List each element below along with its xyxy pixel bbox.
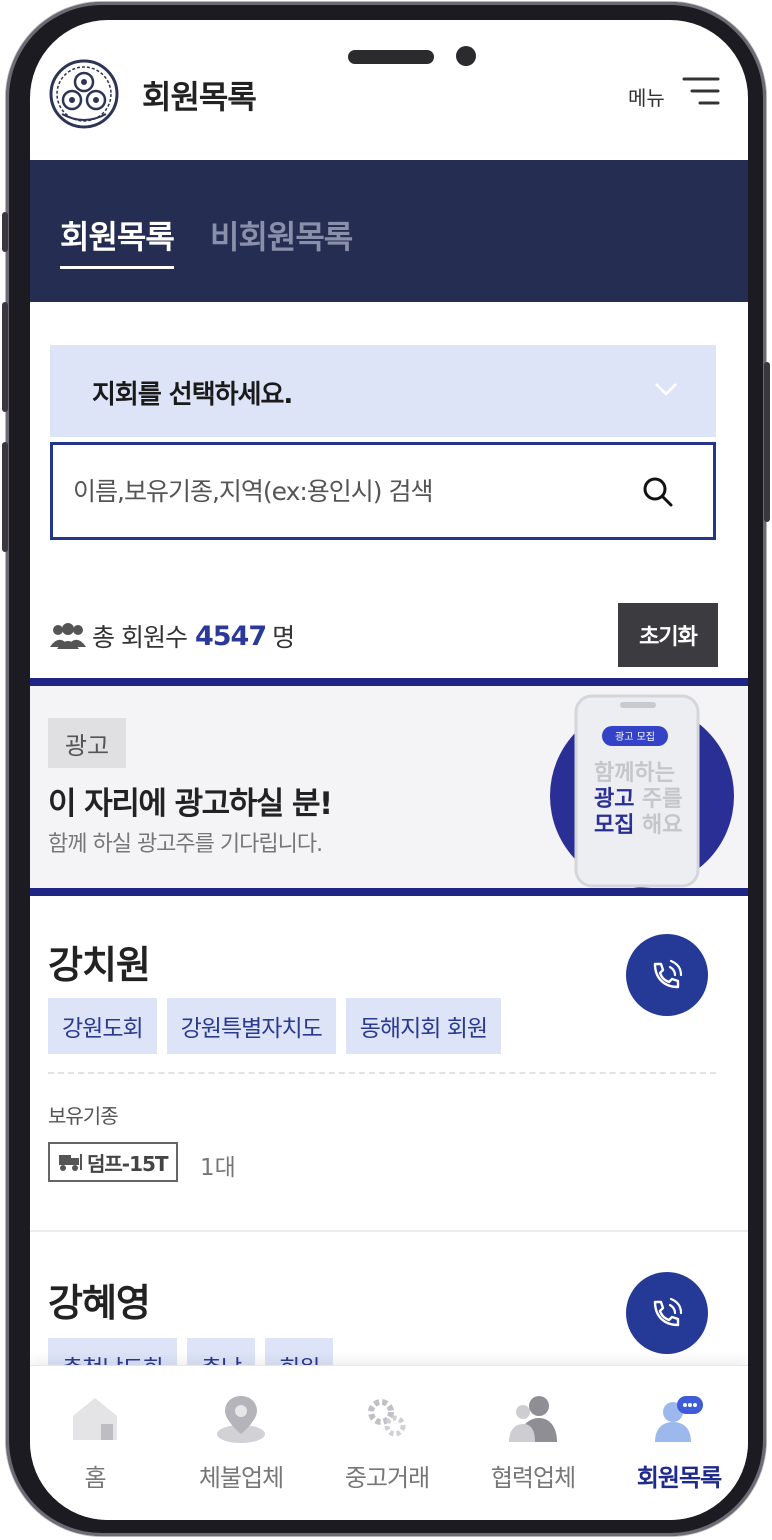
card-divider [48,1072,716,1074]
equipment-label: 보유기종 [48,1104,119,1128]
phone-frame: 회원목록 메뉴 회원목록 비회원목록 지회를 선택하세요. 이름,보유기종,지역… [2,2,770,1536]
member-name: 강치원 [48,943,151,987]
nav-label: 중고거래 [344,1464,430,1492]
app-header: 회원목록 메뉴 [30,20,748,160]
menu-label[interactable]: 메뉴 [628,82,665,111]
card-separator [30,1230,748,1232]
front-camera [456,46,476,66]
association-logo[interactable] [48,58,120,130]
mute-switch [2,212,8,252]
ad-graphic-line1: 함께하는 [594,761,675,786]
member-tag: 강원도회 [48,998,157,1054]
call-button[interactable] [626,1272,708,1354]
nav-item-home[interactable]: 홈 [30,1366,160,1520]
speaker-notch [348,50,434,64]
nav-label: 회원목록 [636,1464,722,1492]
nav-item-members[interactable]: 회원목록 [614,1366,744,1520]
search-box [50,442,716,540]
ad-graphic-line3b: 해요 [642,813,682,838]
tab-members[interactable]: 회원목록 [60,212,175,269]
member-tag: 강원특별자치도 [166,998,336,1054]
ad-graphic-chip-text: 광고 모집 [615,731,655,743]
member-tag: 동해지회 회원 [345,998,502,1054]
ad-title: 이 자리에 광고하실 분! [48,786,333,822]
nav-label: 협력업체 [490,1464,576,1492]
ad-phone-graphic: 광고 모집 함께하는 광고 주를 모집 해요 [550,694,734,888]
member-count-value: 4547 [194,620,267,652]
ad-badge: 광고 [48,718,126,768]
tab-non-members[interactable]: 비회원목록 [210,212,353,258]
ad-graphic-line2b: 주를 [642,787,682,812]
ad-subtitle: 함께 하실 광고주를 기다립니다. [48,832,323,857]
member-name: 강혜영 [48,1281,151,1325]
search-icon[interactable] [641,475,675,509]
phone-call-icon [653,959,683,989]
branch-select-value: 지회를 선택하세요. [92,380,293,410]
nav-label: 체불업체 [198,1464,284,1492]
phone-call-icon [653,1297,683,1327]
nav-label: 홈 [84,1464,106,1492]
dump-truck-icon [59,1154,82,1171]
home-icon [73,1398,117,1440]
member-tags: 강원도회 강원특별자치도 동해지회 회원 [48,998,502,1054]
location-icon [217,1396,265,1443]
page-title: 회원목록 [142,78,257,116]
reset-button[interactable]: 초기화 [618,603,718,667]
ad-graphic-line3a: 모집 [594,813,634,838]
equipment-count: 1대 [200,1155,236,1181]
hamburger-menu-icon[interactable] [680,74,720,108]
member-count-row: 총 회원수 4547 명 [48,616,295,656]
branch-select[interactable]: 지회를 선택하세요. [50,345,716,437]
member-count-label: 총 회원수 [92,623,188,652]
ad-banner[interactable]: 광고 이 자리에 광고하실 분! 함께 하실 광고주를 기다립니다. 광고 모집… [30,678,748,896]
chevron-down-icon [655,383,677,396]
equipment-name: 덤프-15T [87,1151,169,1176]
users-icon [50,623,86,649]
ad-graphic-line2a: 광고 [594,787,634,812]
power-button [764,362,770,522]
nav-item-unpaid-companies[interactable]: 체불업체 [176,1366,306,1520]
phone-screen: 회원목록 메뉴 회원목록 비회원목록 지회를 선택하세요. 이름,보유기종,지역… [30,20,748,1520]
member-card[interactable]: 강치원 강원도회 강원특별자치도 동해지회 회원 보유기종 덤프-15T 1대 [30,904,748,1224]
nav-item-used-trade[interactable]: 중고거래 [322,1366,452,1520]
bottom-nav: 홈 체불업체 중고거래 협력업체 회원목록 [30,1365,748,1520]
member-chat-icon [655,1396,703,1442]
volume-up-button [2,302,8,412]
equipment-chip: 덤프-15T [48,1142,178,1182]
member-count-unit: 명 [272,623,296,652]
partner-icon [509,1396,557,1442]
call-button[interactable] [626,934,708,1016]
search-input[interactable] [73,471,613,511]
tab-bar: 회원목록 비회원목록 [30,160,748,302]
nav-item-partners[interactable]: 협력업체 [468,1366,598,1520]
volume-down-button [2,442,8,552]
gear-icon [368,1399,406,1437]
